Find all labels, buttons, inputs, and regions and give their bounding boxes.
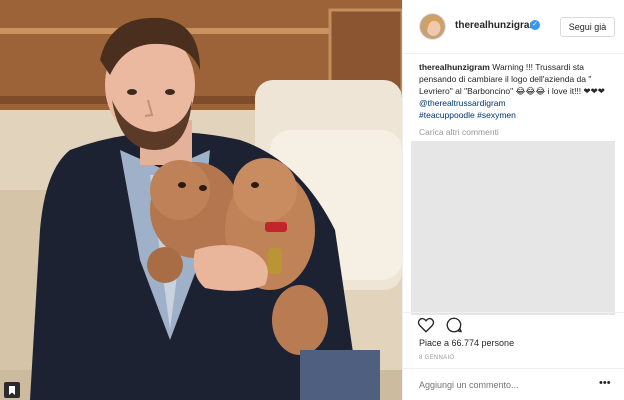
bookmark-icon[interactable] <box>4 382 20 398</box>
post-photo[interactable] <box>0 0 402 400</box>
post-caption: therealhunzigram Warning !!! Trussardi s… <box>419 61 615 121</box>
post-header: therealhunzigram ✓ Segui già <box>403 0 624 54</box>
heart-outline-icon[interactable] <box>417 316 435 334</box>
divider <box>403 368 624 369</box>
speech-bubble-icon[interactable] <box>445 316 463 334</box>
caption-username[interactable]: therealhunzigram <box>419 62 490 72</box>
post-sidebar: therealhunzigram ✓ Segui già therealhunz… <box>402 0 624 400</box>
caption-hashtags-link[interactable]: #teacuppoodle #sexymen <box>419 110 516 120</box>
header-username[interactable]: therealhunzigram <box>455 20 538 31</box>
comment-input[interactable] <box>419 380 589 390</box>
following-button[interactable]: Segui già <box>560 17 615 37</box>
likes-count[interactable]: Piace a 66.774 persone <box>419 338 514 348</box>
avatar-image <box>420 14 445 39</box>
photo-image <box>0 0 402 400</box>
comments-area <box>411 141 615 315</box>
post-date[interactable]: 8 GENNAIO <box>419 355 454 361</box>
caption-mention-link[interactable]: @therealtrussardigram <box>419 98 506 108</box>
load-more-comments-link[interactable]: Carica altri commenti <box>419 127 499 137</box>
avatar[interactable] <box>419 13 446 40</box>
more-dots-icon[interactable]: ••• <box>599 377 611 389</box>
verified-badge-icon: ✓ <box>530 20 540 30</box>
divider <box>403 312 624 313</box>
